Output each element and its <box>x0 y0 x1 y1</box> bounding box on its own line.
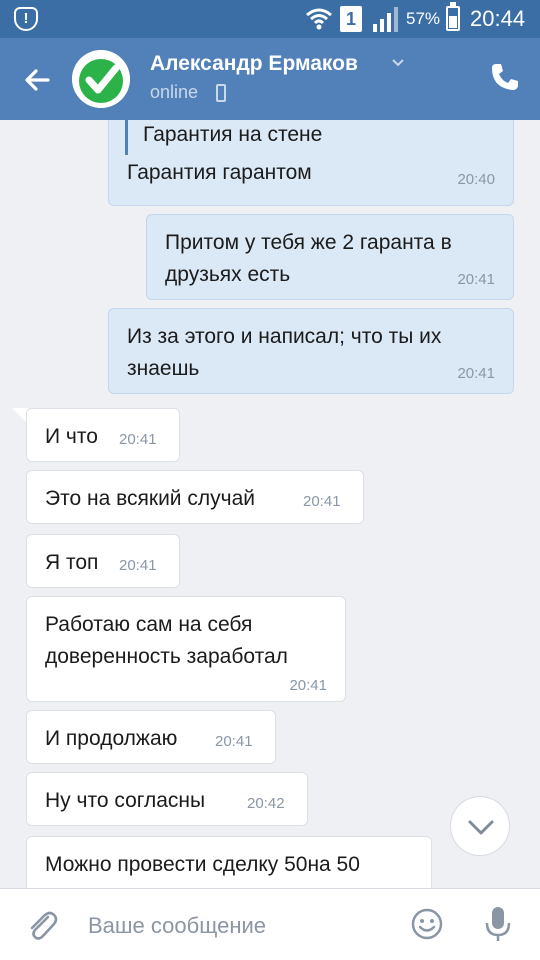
battery-percent: 57% <box>406 9 441 28</box>
attach-icon[interactable] <box>24 907 60 943</box>
message-text: Я топ <box>45 551 99 574</box>
message-incoming[interactable]: И продолжаю 20:41 <box>26 710 276 764</box>
avatar[interactable] <box>72 50 130 108</box>
chevron-down-icon[interactable] <box>390 54 406 70</box>
message-text: И продолжаю <box>45 727 178 750</box>
message-time: 20:40 <box>457 171 495 188</box>
message-incoming[interactable]: И что 20:41 <box>26 408 180 462</box>
message-incoming[interactable]: Ну что согласны 20:42 <box>26 772 308 826</box>
message-time: 20:41 <box>303 493 341 510</box>
phone-call-icon[interactable] <box>488 60 522 94</box>
message-incoming[interactable]: Я топ 20:41 <box>26 534 180 588</box>
contact-status: online <box>150 82 199 102</box>
alert-shield-icon <box>14 7 38 31</box>
emoji-icon[interactable] <box>410 907 444 941</box>
message-text: Из за этого и написал; что ты их знаешь <box>127 325 442 380</box>
verified-check-icon <box>72 50 130 108</box>
message-text: Работаю сам на себя доверенность заработ… <box>45 613 288 668</box>
message-list[interactable]: Гарантия на стене Гарантия гарантом 20:4… <box>0 120 540 888</box>
message-time: 20:41 <box>119 557 157 574</box>
message-text: Это на всякий случай <box>45 487 255 510</box>
message-text: Ну что согласны <box>45 789 206 812</box>
message-text: Гарантия гарантом <box>127 161 312 184</box>
message-text: Можно провести сделку 50на 50 <box>45 853 360 876</box>
quoted-text: Гарантия на стене <box>143 123 323 146</box>
message-outgoing[interactable]: Из за этого и написал; что ты их знаешь … <box>108 308 514 394</box>
message-time: 20:42 <box>247 795 285 812</box>
message-time: 20:41 <box>215 733 253 750</box>
message-outgoing[interactable]: Гарантия на стене Гарантия гарантом 20:4… <box>108 120 514 206</box>
microphone-icon[interactable] <box>482 905 514 943</box>
message-composer: Ваше сообщение <box>0 888 540 960</box>
quote-bar <box>125 120 128 155</box>
message-text: Притом у тебя же 2 гаранта в друзьях ест… <box>165 231 452 286</box>
status-bar: 1 57% 20:44 <box>0 0 540 38</box>
back-arrow-icon[interactable] <box>18 60 58 100</box>
status-time: 20:44 <box>470 6 526 31</box>
message-incoming[interactable]: Работаю сам на себя доверенность заработ… <box>26 596 346 702</box>
message-time: 20:41 <box>289 677 327 694</box>
message-time: 20:41 <box>119 431 157 448</box>
message-text: И что <box>45 425 98 448</box>
message-incoming[interactable]: Это на всякий случай 20:41 <box>26 470 364 524</box>
message-time: 20:41 <box>457 365 495 382</box>
message-outgoing[interactable]: Притом у тебя же 2 гаранта в друзьях ест… <box>146 214 514 300</box>
message-time: 20:41 <box>457 271 495 288</box>
wifi-icon <box>306 8 332 30</box>
chat-header: Александр Ермаков online <box>0 38 540 120</box>
message-incoming[interactable]: Можно провести сделку 50на 50 <box>26 836 432 888</box>
signal-icon <box>373 7 398 32</box>
mobile-device-icon <box>216 84 226 102</box>
chevron-down-icon <box>468 820 494 835</box>
battery-icon <box>446 2 460 31</box>
message-input[interactable]: Ваше сообщение <box>88 913 266 939</box>
sim-icon: 1 <box>340 6 362 32</box>
scroll-down-button[interactable] <box>450 796 510 856</box>
contact-name[interactable]: Александр Ермаков <box>150 52 358 76</box>
